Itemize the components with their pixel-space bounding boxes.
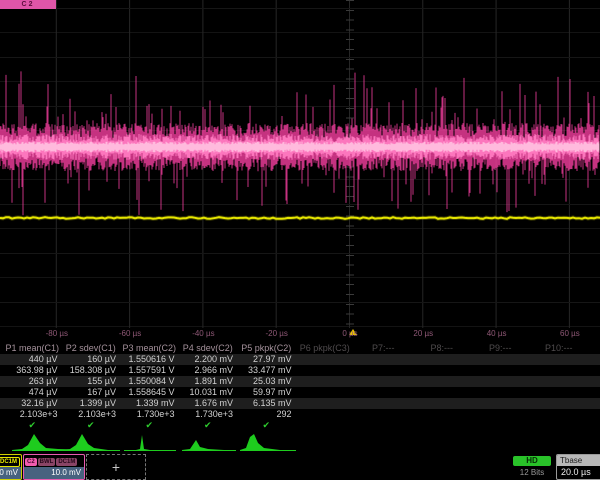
time-tick-label: -80 µs bbox=[46, 329, 68, 338]
histicon bbox=[12, 434, 114, 451]
hd-bits-label: 12 Bits bbox=[513, 468, 551, 477]
histicon bbox=[62, 434, 120, 451]
add-trace-button[interactable]: + bbox=[86, 454, 146, 480]
measure-value: 292 bbox=[237, 409, 292, 420]
measure-value: 263 µV bbox=[3, 376, 58, 387]
measure-value: 2.966 mV bbox=[179, 365, 234, 376]
measure-value: 1.339 mV bbox=[120, 398, 175, 409]
timebase-value: 20.0 µs bbox=[557, 466, 600, 479]
c2-coupling-badge: DC1M bbox=[56, 458, 77, 466]
measure-value: 25.03 mV bbox=[237, 376, 292, 387]
measure-col-header[interactable]: P2 sdev(C1) bbox=[62, 343, 121, 354]
time-tick-label: -60 µs bbox=[119, 329, 141, 338]
measure-value: 27.97 mV bbox=[237, 354, 292, 365]
measure-status-check-icon: ✔ bbox=[120, 420, 179, 431]
measure-col-header[interactable]: P3 mean(C2) bbox=[120, 343, 179, 354]
c2-vdiv-value: 10.0 mV bbox=[24, 467, 84, 479]
measure-value: 1.676 mV bbox=[179, 398, 234, 409]
measure-value: 1.891 mV bbox=[179, 376, 234, 387]
time-tick-label: -40 µs bbox=[192, 329, 214, 338]
time-tick-label: 20 µs bbox=[413, 329, 433, 338]
measure-value: 1.550084 V bbox=[120, 376, 175, 387]
measure-status-check-icon: ✔ bbox=[179, 420, 238, 431]
measure-value: 1.730e+3 bbox=[179, 409, 234, 420]
measure-value: 167 µV bbox=[62, 387, 117, 398]
measure-col-header[interactable]: P7:--- bbox=[354, 343, 413, 354]
measure-value: 1.558645 V bbox=[120, 387, 175, 398]
histicon bbox=[124, 435, 176, 451]
oscilloscope-screen: C2 -100 µs-80 µs-60 µs-40 µs-20 µs0 µs20… bbox=[0, 0, 600, 480]
measure-value: 6.135 mV bbox=[237, 398, 292, 409]
time-tick-label: 0 µs bbox=[342, 329, 357, 338]
measure-value: 33.477 mV bbox=[237, 365, 292, 376]
measure-col-header[interactable]: P10:--- bbox=[530, 343, 589, 354]
measure-value: 155 µV bbox=[62, 376, 117, 387]
descriptor-bar: DC1M 10.0 mV C2 BWL DC1M 10.0 mV + HD 12… bbox=[0, 454, 600, 480]
measure-col-header[interactable]: P9:--- bbox=[471, 343, 530, 354]
trace-label-c2: C2 bbox=[0, 0, 56, 9]
timebase-title: Tbase bbox=[557, 455, 600, 466]
histicon bbox=[182, 440, 236, 451]
c1-vdiv-value: 10.0 mV bbox=[0, 467, 21, 479]
c2-bwl-badge: BWL bbox=[38, 458, 56, 466]
measure-value: 1.550616 V bbox=[120, 354, 175, 365]
measure-value: 363.98 µV bbox=[3, 365, 58, 376]
time-axis: -100 µs-80 µs-60 µs-40 µs-20 µs0 µs20 µs… bbox=[0, 328, 600, 342]
measure-col-header[interactable]: P1 mean(C1) bbox=[3, 343, 62, 354]
time-tick-label: 60 µs bbox=[560, 329, 580, 338]
measure-value: 2.103e+3 bbox=[3, 409, 58, 420]
measure-value: 2.200 mV bbox=[179, 354, 234, 365]
measure-status-check-icon: ✔ bbox=[237, 420, 296, 431]
measure-value: 10.031 mV bbox=[179, 387, 234, 398]
measurement-table: P1 mean(C1)P2 sdev(C1)P3 mean(C2)P4 sdev… bbox=[0, 343, 600, 431]
measure-value: 1.557591 V bbox=[120, 365, 175, 376]
measure-col-header[interactable]: P6 pkpk(C3) bbox=[296, 343, 355, 354]
c2-name-badge: C2 bbox=[25, 458, 37, 466]
measure-value: 158.308 µV bbox=[62, 365, 117, 376]
measure-col-header[interactable]: P4 sdev(C2) bbox=[179, 343, 238, 354]
waveform-grid[interactable]: C2 bbox=[0, 0, 600, 328]
measure-status-check-icon: ✔ bbox=[62, 420, 121, 431]
histicon bbox=[240, 434, 296, 451]
measure-value: 32.16 µV bbox=[3, 398, 58, 409]
time-tick-label: -20 µs bbox=[265, 329, 287, 338]
hd-mode-badge[interactable]: HD bbox=[513, 456, 551, 466]
measure-col-header[interactable]: P8:--- bbox=[413, 343, 472, 354]
measure-value: 59.97 mV bbox=[237, 387, 292, 398]
c1-coupling-badge: DC1M bbox=[0, 457, 20, 467]
measure-status-check-icon: ✔ bbox=[3, 420, 62, 431]
measure-value: 1.399 µV bbox=[62, 398, 117, 409]
time-tick-label: 40 µs bbox=[487, 329, 507, 338]
measure-value: 2.103e+3 bbox=[62, 409, 117, 420]
measure-value: 440 µV bbox=[3, 354, 58, 365]
measure-col-header[interactable]: P5 pkpk(C2) bbox=[237, 343, 296, 354]
channel-c2-descriptor[interactable]: C2 BWL DC1M 10.0 mV bbox=[23, 454, 85, 480]
measure-value: 474 µV bbox=[3, 387, 58, 398]
measure-value: 1.730e+3 bbox=[120, 409, 175, 420]
channel-c1-descriptor[interactable]: DC1M 10.0 mV bbox=[0, 454, 22, 480]
timebase-descriptor[interactable]: Tbase 20.0 µs bbox=[556, 454, 600, 480]
measurement-histicons bbox=[0, 431, 600, 453]
waveform-traces bbox=[0, 0, 600, 328]
measure-value: 160 µV bbox=[62, 354, 117, 365]
